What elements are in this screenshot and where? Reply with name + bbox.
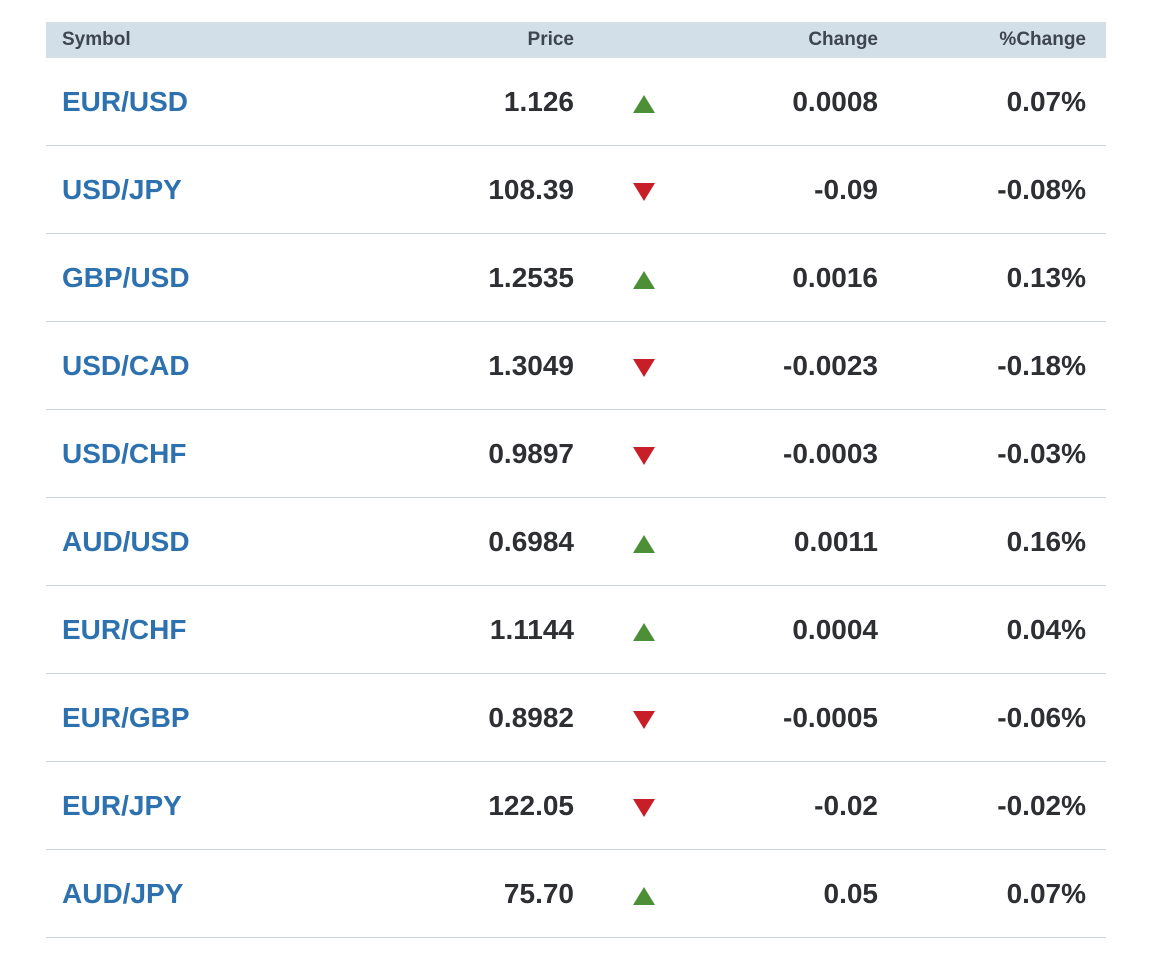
price-value: 0.6984 [488,525,574,557]
arrow-up-icon [633,622,655,641]
arrow-down-icon [633,358,655,377]
price-value: 1.2535 [488,261,574,293]
table-row: USD/CHF 0.9897 -0.0003 -0.03% [46,410,1106,498]
arrow-down-icon [633,182,655,201]
pct-change-value: 0.07% [1006,85,1086,117]
symbol-link[interactable]: GBP/USD [46,262,346,294]
change-value: 0.05 [823,877,879,909]
change-value: 0.0011 [793,525,878,557]
symbol-link[interactable]: AUD/USD [46,526,346,558]
header-price: Price [527,29,574,50]
arrow-up-icon [633,534,655,553]
price-value: 75.70 [503,877,574,909]
table-row: EUR/CHF 1.1144 0.0004 0.04% [46,586,1106,674]
table-row: EUR/GBP 0.8982 -0.0005 -0.06% [46,674,1106,762]
symbol-link[interactable]: AUD/JPY [46,878,346,910]
pct-change-value: -0.03% [997,437,1086,469]
table-row: GBP/USD 1.2535 0.0016 0.13% [46,234,1106,322]
header-pct-change: %Change [999,29,1086,50]
change-value: -0.09 [814,173,878,205]
change-value: -0.0005 [783,701,878,733]
arrow-down-icon [633,798,655,817]
pct-change-value: -0.02% [997,789,1086,821]
symbol-link[interactable]: USD/JPY [46,174,346,206]
symbol-link[interactable]: USD/CAD [46,350,346,382]
symbol-link[interactable]: EUR/JPY [46,790,346,822]
arrow-up-icon [633,886,655,905]
table-row: EUR/USD 1.126 0.0008 0.07% [46,58,1106,146]
arrow-up-icon [633,94,655,113]
symbol-link[interactable]: EUR/GBP [46,702,346,734]
change-value: -0.02 [814,789,878,821]
symbol-link[interactable]: USD/CHF [46,438,346,470]
table-row: USD/CAD 1.3049 -0.0023 -0.18% [46,322,1106,410]
header-symbol: Symbol [62,29,131,50]
pct-change-value: 0.16% [1006,525,1086,557]
price-value: 1.1144 [489,613,574,645]
currency-quotes-table: Symbol Price Change %Change EUR/USD 1.12… [46,22,1106,938]
price-value: 122.05 [488,789,574,821]
pct-change-value: 0.13% [1006,261,1086,293]
table-header: Symbol Price Change %Change [46,22,1106,58]
price-value: 1.3049 [488,349,574,381]
change-value: 0.0004 [792,613,878,645]
change-value: 0.0008 [792,85,878,117]
arrow-down-icon [633,446,655,465]
symbol-link[interactable]: EUR/CHF [46,614,346,646]
table-row: EUR/JPY 122.05 -0.02 -0.02% [46,762,1106,850]
pct-change-value: 0.07% [1006,877,1086,909]
table-row: AUD/USD 0.6984 0.0011 0.16% [46,498,1106,586]
pct-change-value: -0.08% [997,173,1086,205]
pct-change-value: 0.04% [1006,613,1086,645]
change-value: -0.0023 [783,349,878,381]
table-row: AUD/JPY 75.70 0.05 0.07% [46,850,1106,938]
header-change: Change [808,29,878,50]
price-value: 108.39 [488,173,574,205]
table-row: USD/JPY 108.39 -0.09 -0.08% [46,146,1106,234]
pct-change-value: -0.06% [997,701,1086,733]
change-value: -0.0003 [783,437,878,469]
arrow-down-icon [633,710,655,729]
price-value: 0.8982 [488,701,574,733]
price-value: 1.126 [503,85,574,117]
symbol-link[interactable]: EUR/USD [46,86,346,118]
change-value: 0.0016 [792,261,878,293]
arrow-up-icon [633,270,655,289]
pct-change-value: -0.18% [997,349,1086,381]
price-value: 0.9897 [488,437,574,469]
